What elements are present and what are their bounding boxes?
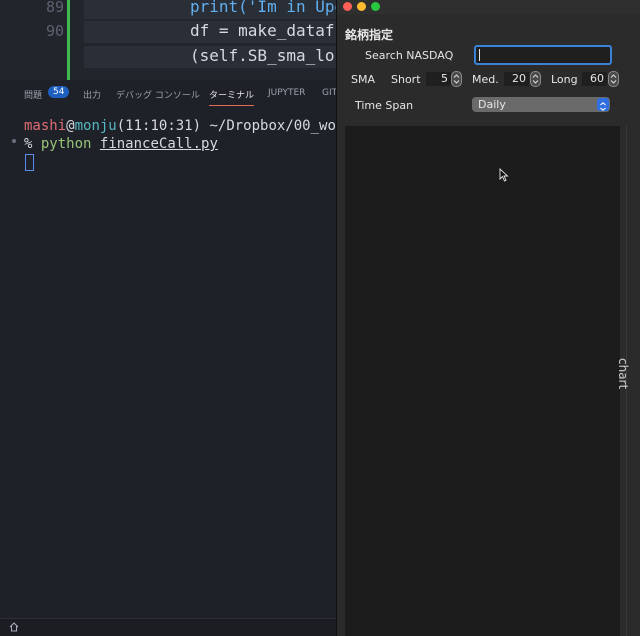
search-label: Search NASDAQ bbox=[365, 49, 454, 62]
code-line[interactable]: df = make_datafra bbox=[190, 21, 336, 40]
text-cursor bbox=[479, 49, 480, 61]
timespan-label: Time Span bbox=[355, 99, 414, 112]
mouse-pointer-icon bbox=[499, 168, 509, 182]
terminal[interactable]: mashi@monju(11:10:31) ~/Dropbox/00_works… bbox=[0, 106, 336, 618]
code-text: (self.SB_sma_long bbox=[190, 46, 336, 65]
terminal-file-link[interactable]: financeCall.py bbox=[100, 136, 218, 152]
med-label: Med. bbox=[472, 73, 499, 86]
minimize-button[interactable] bbox=[357, 2, 366, 11]
updown-chevron-icon bbox=[597, 98, 609, 111]
stepper-arrows-icon bbox=[453, 74, 460, 84]
code-text: print('Im in Upda bbox=[190, 0, 336, 16]
terminal-command: python bbox=[40, 136, 92, 152]
short-spinbox[interactable]: 5 bbox=[426, 72, 451, 86]
chart-area[interactable] bbox=[345, 126, 620, 636]
terminal-cursor bbox=[25, 154, 34, 171]
stepper-arrows-icon bbox=[532, 74, 539, 84]
panel-tab-bar: 問題 54 出力 デバッグ コンソール ターミナル JUPYTER GIT bbox=[0, 80, 336, 106]
close-button[interactable] bbox=[343, 2, 352, 11]
stepper-arrows-icon bbox=[610, 74, 617, 84]
tab-git[interactable]: GIT bbox=[322, 88, 336, 98]
short-label: Short bbox=[391, 73, 421, 86]
problems-count-badge: 54 bbox=[48, 86, 70, 98]
terminal-command-line: % python financeCall.py bbox=[24, 136, 218, 152]
med-stepper[interactable] bbox=[530, 71, 541, 87]
search-input[interactable] bbox=[474, 45, 612, 65]
code-text: df = make_datafra bbox=[190, 21, 336, 40]
line-number: 89 bbox=[45, 0, 64, 16]
tab-output[interactable]: 出力 bbox=[83, 88, 101, 101]
terminal-user: mashi bbox=[24, 118, 67, 134]
long-label: Long bbox=[551, 73, 578, 86]
zoom-button[interactable] bbox=[371, 2, 380, 11]
long-stepper[interactable] bbox=[608, 71, 619, 87]
tab-jupyter[interactable]: JUPYTER bbox=[268, 88, 305, 98]
terminal-prompt-symbol: % bbox=[24, 136, 33, 152]
tab-problems[interactable]: 問題 bbox=[24, 88, 42, 101]
timespan-value: Daily bbox=[478, 98, 506, 111]
dock-tab-chart[interactable]: chart bbox=[616, 358, 630, 389]
git-change-indicator bbox=[67, 0, 70, 80]
med-spinbox[interactable]: 20 bbox=[504, 72, 529, 86]
terminal-at: @ bbox=[66, 118, 75, 134]
short-stepper[interactable] bbox=[451, 71, 462, 87]
finance-app-window: 銘柄指定 Search NASDAQ SMA Short 5 Med. 20 L… bbox=[336, 0, 640, 636]
terminal-path: (11:10:31) ~/Dropbox/00_works/p bbox=[116, 118, 336, 134]
code-editor[interactable]: 89 print('Im in Upda 90 df = make_datafr… bbox=[0, 0, 336, 80]
tab-debug-console[interactable]: デバッグ コンソール bbox=[116, 88, 200, 101]
status-bar bbox=[0, 618, 336, 636]
vscode-window: 89 print('Im in Upda 90 df = make_datafr… bbox=[0, 0, 336, 636]
line-number: 90 bbox=[45, 22, 64, 40]
timespan-select[interactable]: Daily bbox=[472, 97, 610, 112]
tab-terminal[interactable]: ターミナル bbox=[209, 88, 255, 106]
code-line[interactable]: print('Im in Upda bbox=[190, 0, 336, 16]
terminal-prompt-line: mashi@monju(11:10:31) ~/Dropbox/00_works… bbox=[24, 118, 336, 134]
command-decoration-icon[interactable] bbox=[12, 139, 16, 143]
home-icon[interactable] bbox=[9, 622, 19, 632]
group-title: 銘柄指定 bbox=[345, 28, 394, 42]
sma-label: SMA bbox=[351, 73, 375, 86]
title-bar[interactable] bbox=[337, 0, 640, 14]
long-spinbox[interactable]: 60 bbox=[582, 72, 607, 86]
code-line[interactable]: (self.SB_sma_long bbox=[190, 46, 336, 65]
terminal-host: monju bbox=[74, 118, 117, 134]
